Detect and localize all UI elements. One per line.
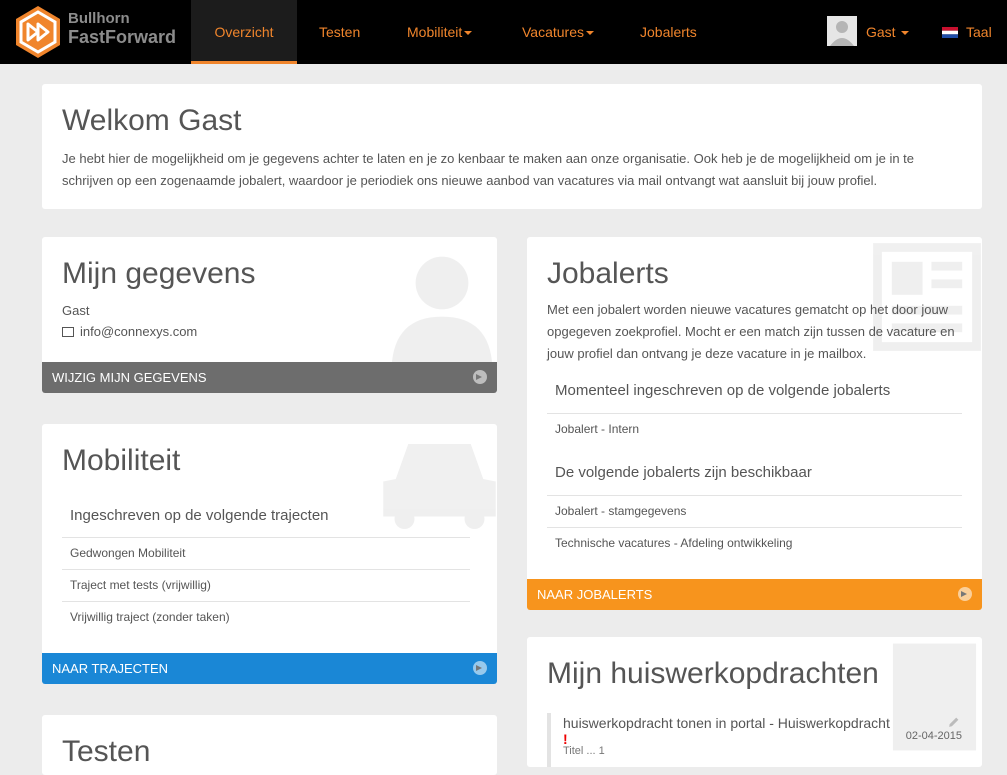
available-jobalerts-title: De volgende jobalerts zijn beschikbaar: [555, 464, 812, 481]
wijzig-gegevens-label: Wijzig mijn gegevens: [52, 370, 207, 385]
huiswerk-item[interactable]: huiswerkopdracht tonen in portal - Huisw…: [547, 713, 966, 767]
user-background-icon: [391, 256, 493, 367]
jobalerts-text: Met een jobalert worden nieuwe vacatures…: [547, 302, 955, 361]
nav-mobiliteit[interactable]: Mobiliteit: [407, 0, 473, 64]
huiswerk-item-sub: Titel ... 1: [563, 745, 605, 757]
traject-item[interactable]: Gedwongen Mobiliteit: [62, 537, 470, 569]
arrow-right-circle-icon: [473, 370, 487, 384]
top-navbar: Bullhorn FastForward Overzicht Testen Mo…: [0, 0, 1007, 64]
language-menu[interactable]: Taal: [966, 0, 992, 64]
mobiliteit-title: Mobiliteit: [62, 444, 181, 477]
naar-trajecten-button[interactable]: Naar trajecten: [42, 653, 497, 684]
huiswerk-item-date: 02-04-2015: [905, 730, 962, 742]
arrow-right-circle-icon: [958, 587, 972, 601]
caret-down-icon: [901, 31, 910, 36]
jobalert-item[interactable]: Technische vacatures - Afdeling ontwikke…: [547, 527, 962, 559]
caret-down-icon: [586, 31, 594, 36]
language-label: Taal: [966, 24, 992, 40]
user-menu[interactable]: Gast: [866, 0, 910, 64]
pencil-icon[interactable]: [947, 716, 960, 729]
subscribed-jobalerts-list: Jobalert - Intern: [547, 413, 962, 445]
mobiliteit-panel: Mobiliteit Ingeschreven op de volgende t…: [42, 424, 497, 684]
trajecten-list: Gedwongen Mobiliteit Traject met tests (…: [62, 537, 470, 633]
huiswerk-title: Mijn huiswerkopdrachten: [547, 657, 879, 690]
nav-vacatures-label: Vacatures: [522, 24, 584, 40]
nav-testen-label: Testen: [319, 24, 361, 40]
subscribed-jobalerts-title: Momenteel ingeschreven op de volgende jo…: [555, 382, 891, 399]
brand-line2: FastForward: [68, 27, 177, 47]
welcome-title: Welkom Gast: [62, 104, 242, 137]
nav-jobalerts[interactable]: Jobalerts: [640, 0, 697, 64]
nav-mobiliteit-label: Mobiliteit: [407, 24, 463, 40]
testen-panel: Testen: [42, 715, 497, 775]
huiswerk-panel: Mijn huiswerkopdrachten huiswerkopdracht…: [527, 637, 982, 767]
caret-down-icon: [464, 31, 473, 36]
user-display-name: Gast: [62, 303, 90, 318]
arrow-right-circle-icon: [473, 661, 487, 675]
huiswerk-item-title: huiswerkopdracht tonen in portal - Huisw…: [563, 715, 890, 731]
car-background-icon: [383, 444, 496, 529]
welcome-panel: Welkom Gast Je hebt hier de mogelijkheid…: [42, 84, 982, 209]
gegevens-title: Mijn gegevens: [62, 257, 256, 290]
gegevens-panel: Mijn gegevens Gast info@connexys.com Wij…: [42, 237, 497, 393]
naar-trajecten-label: Naar trajecten: [52, 661, 169, 676]
user-name-label: Gast: [866, 24, 896, 40]
available-jobalerts-list: Jobalert - stamgegevens Technische vacat…: [547, 495, 962, 559]
testen-title: Testen: [62, 735, 151, 768]
wijzig-gegevens-button[interactable]: Wijzig mijn gegevens: [42, 362, 497, 393]
naar-jobalerts-button[interactable]: Naar jobalerts: [527, 579, 982, 610]
nav-overzicht-label: Overzicht: [214, 24, 274, 40]
fastforward-logo-icon[interactable]: [10, 4, 66, 60]
envelope-icon: [62, 327, 74, 337]
mobiliteit-subtitle: Ingeschreven op de volgende trajecten: [70, 507, 329, 524]
traject-item[interactable]: Traject met tests (vrijwillig): [62, 569, 470, 601]
traject-item[interactable]: Vrijwillig traject (zonder taken): [62, 601, 470, 633]
nav-overzicht[interactable]: Overzicht: [191, 0, 297, 64]
dutch-flag-icon: [942, 27, 958, 38]
user-email: info@connexys.com: [80, 324, 198, 339]
brand-line1: Bullhorn: [68, 10, 130, 27]
avatar[interactable]: [827, 16, 857, 46]
user-email-row: info@connexys.com: [62, 324, 197, 339]
welcome-text: Je hebt hier de mogelijkheid om je gegev…: [62, 151, 915, 188]
nav-testen[interactable]: Testen: [319, 0, 360, 64]
nav-vacatures[interactable]: Vacatures: [522, 0, 594, 64]
jobalerts-panel: Jobalerts Met een jobalert worden nieuwe…: [527, 237, 982, 610]
naar-jobalerts-label: Naar jobalerts: [537, 587, 653, 602]
jobalerts-title: Jobalerts: [547, 257, 669, 290]
jobalert-item[interactable]: Jobalert - Intern: [547, 413, 962, 445]
nav-jobalerts-label: Jobalerts: [640, 24, 697, 40]
jobalert-item[interactable]: Jobalert - stamgegevens: [547, 495, 962, 527]
brand-name[interactable]: Bullhorn FastForward: [68, 11, 176, 46]
